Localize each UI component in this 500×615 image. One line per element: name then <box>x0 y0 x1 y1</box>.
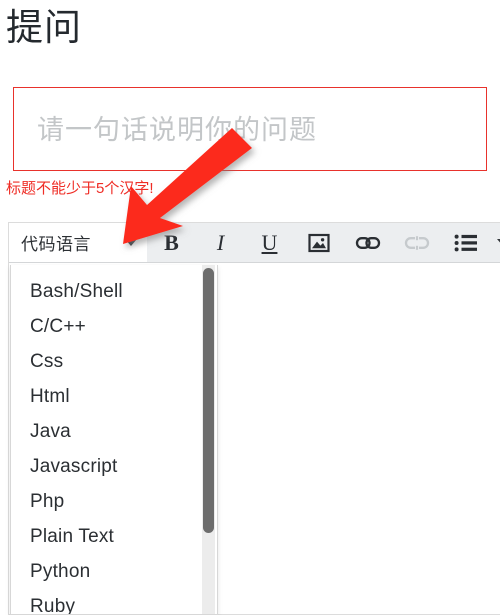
bullet-list-icon <box>454 234 477 251</box>
language-option[interactable]: Ruby <box>11 589 217 614</box>
language-option[interactable]: Css <box>11 344 217 379</box>
editor-toolbar: 代码语言 B I U <box>9 223 500 263</box>
language-option[interactable]: Python <box>11 554 217 589</box>
language-option[interactable]: Java <box>11 414 217 449</box>
insert-image-button[interactable] <box>294 223 343 262</box>
underline-button[interactable]: U <box>245 223 294 262</box>
dropdown-scrollbar-thumb[interactable] <box>203 268 214 533</box>
bullet-list-button[interactable] <box>441 223 490 262</box>
language-dropdown-menu: Bash/Shell C/C++ Css Html Java Javascrip… <box>10 265 218 615</box>
language-option[interactable]: C/C++ <box>11 309 217 344</box>
image-icon <box>307 233 330 252</box>
title-validation-message: 标题不能少于5个汉字! <box>6 180 154 197</box>
chevron-down-icon <box>125 239 137 246</box>
question-title-placeholder: 请一句话说明你的问题 <box>37 115 317 145</box>
italic-icon: I <box>216 229 225 255</box>
language-option[interactable]: Javascript <box>11 449 217 484</box>
italic-button[interactable]: I <box>196 223 245 262</box>
underline-icon: U <box>261 229 278 255</box>
language-dropdown-label: 代码语言 <box>21 235 91 254</box>
unlink-icon <box>404 235 429 250</box>
insert-link-button[interactable] <box>343 223 392 262</box>
page-title: 提问 <box>6 7 82 48</box>
language-option[interactable]: Php <box>11 484 217 519</box>
link-icon <box>355 236 380 249</box>
remove-link-button <box>392 223 441 262</box>
bold-button[interactable]: B <box>147 223 196 262</box>
bullet-list-caret-button[interactable] <box>490 223 500 262</box>
question-title-input[interactable]: 请一句话说明你的问题 <box>13 87 487 171</box>
language-option[interactable]: Plain Text <box>11 519 217 554</box>
bold-icon: B <box>164 229 179 255</box>
language-option-list: Bash/Shell C/C++ Css Html Java Javascrip… <box>11 265 217 614</box>
language-option[interactable]: Html <box>11 379 217 414</box>
language-option[interactable]: Bash/Shell <box>11 274 217 309</box>
language-dropdown-button[interactable]: 代码语言 <box>9 223 147 262</box>
